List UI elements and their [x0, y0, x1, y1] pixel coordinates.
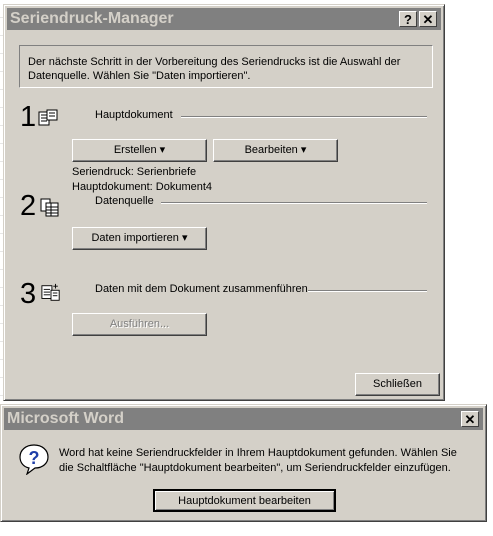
step3-heading: Daten mit dem Dokument zusammenführen — [95, 283, 308, 295]
step3-number: 3 — [20, 278, 37, 310]
question-icon: ? — [19, 444, 49, 475]
import-data-button[interactable]: Daten importieren ▾ — [72, 227, 207, 250]
step3-divider — [308, 290, 427, 292]
msgbox-message: Word hat keine Seriendruckfelder in Ihre… — [59, 447, 457, 474]
msgbox-close-icon[interactable]: ✕ — [461, 411, 479, 427]
main-document-icon — [38, 109, 58, 126]
run-merge-button[interactable]: Ausführen... — [72, 313, 207, 336]
info-text: Der nächste Schritt in der Vorbereitung … — [28, 56, 401, 82]
msgbox-title: Microsoft Word — [7, 410, 125, 427]
svg-text:?: ? — [29, 448, 40, 468]
merge-type-status: Seriendruck: Serienbriefe — [72, 166, 197, 178]
close-button[interactable]: Schließen — [355, 373, 440, 396]
mail-merge-manager-window: Seriendruck-Manager ? ✕ Der nächste Schr… — [3, 4, 445, 401]
create-button[interactable]: Erstellen ▾ — [72, 139, 207, 162]
step1-heading: Hauptdokument — [95, 109, 173, 121]
step2-number: 2 — [20, 190, 37, 222]
step1-divider — [181, 116, 427, 118]
manager-title: Seriendruck-Manager — [10, 10, 174, 27]
info-panel: Der nächste Schritt in der Vorbereitung … — [19, 45, 433, 88]
edit-main-document-button[interactable]: Hauptdokument bearbeiten — [153, 489, 336, 512]
help-button[interactable]: ? — [399, 11, 417, 27]
data-source-icon — [40, 198, 59, 217]
msgbox-title-bar[interactable]: Microsoft Word ✕ — [4, 408, 483, 430]
merge-icon — [41, 283, 60, 301]
step2-heading: Datenquelle — [95, 195, 154, 207]
close-icon[interactable]: ✕ — [419, 11, 437, 27]
step2-divider — [161, 202, 427, 204]
manager-title-bar[interactable]: Seriendruck-Manager ? ✕ — [7, 8, 441, 30]
step1-number: 1 — [20, 101, 37, 133]
main-document-status: Hauptdokument: Dokument4 — [72, 181, 213, 193]
word-message-box: Microsoft Word ✕ ? Word hat keine Serien… — [0, 404, 487, 522]
edit-button[interactable]: Bearbeiten ▾ — [213, 139, 338, 162]
